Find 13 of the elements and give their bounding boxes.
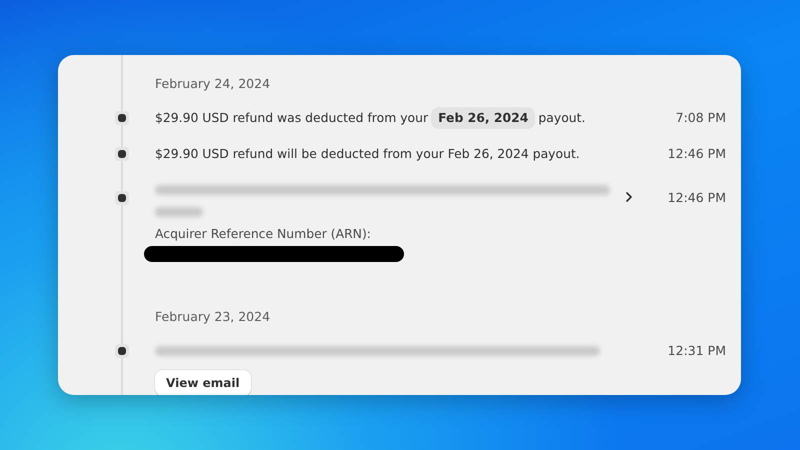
- event-time: 12:46 PM: [666, 189, 726, 207]
- view-email-button[interactable]: View email: [155, 370, 251, 395]
- payout-date-badge[interactable]: Feb 26, 2024: [431, 107, 536, 129]
- date-heading: February 24, 2024: [155, 75, 272, 93]
- event-message: $29.90 USD refund will be deducted from your Feb 26, 2024 payout.: [155, 145, 581, 163]
- date-heading: February 23, 2024: [155, 308, 272, 326]
- event-time: 12:46 PM: [666, 145, 726, 163]
- chevron-right-icon[interactable]: [624, 192, 634, 202]
- event-message: $29.90 USD refund was deducted from your Feb 26, 2024 payout.: [155, 107, 624, 129]
- event-time: 12:31 PM: [666, 342, 726, 360]
- arn-label: Acquirer Reference Number (ARN):: [155, 225, 372, 243]
- event-time: 7:08 PM: [674, 109, 726, 127]
- blurred-text: [155, 207, 203, 217]
